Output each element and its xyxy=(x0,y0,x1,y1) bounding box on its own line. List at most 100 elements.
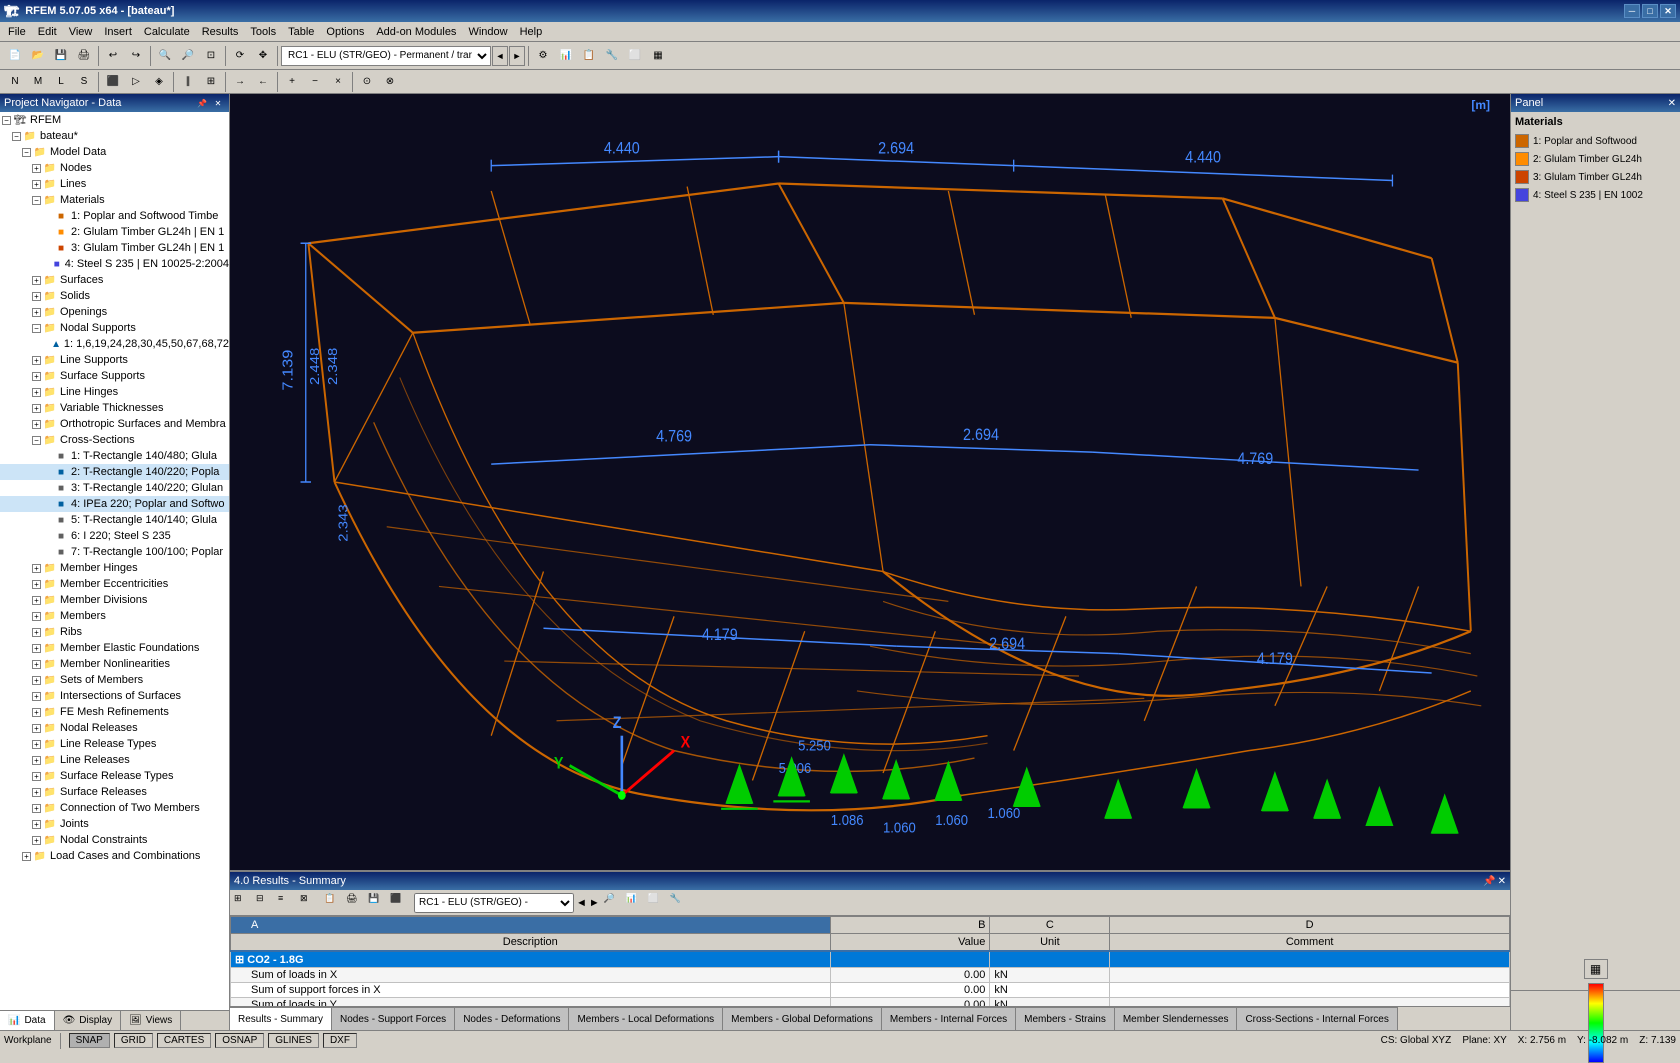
expand-member-elastic[interactable]: + xyxy=(32,644,41,653)
tree-node-openings[interactable]: + 📁 Openings xyxy=(0,304,229,320)
tree-node-ns1[interactable]: ▲ 1: 1,6,19,24,28,30,45,50,67,68,72 xyxy=(0,336,229,352)
tb-open[interactable]: 📂 xyxy=(27,45,49,67)
tree-node-lines[interactable]: + 📁 Lines xyxy=(0,176,229,192)
results-tb-12[interactable]: 🔧 xyxy=(670,893,690,913)
tb-btn-5[interactable]: ⬜ xyxy=(624,45,646,67)
tree-node-surface-release-types[interactable]: + 📁 Surface Release Types xyxy=(0,768,229,784)
expand-connection[interactable]: + xyxy=(32,804,41,813)
rtab-nodes-support[interactable]: Nodes - Support Forces xyxy=(332,1007,455,1030)
tree-node-nodes[interactable]: + 📁 Nodes xyxy=(0,160,229,176)
tree-node-mat4[interactable]: ■ 4: Steel S 235 | EN 10025-2:2004 xyxy=(0,256,229,272)
expand-nodal-constraints[interactable]: + xyxy=(32,836,41,845)
tb2-7[interactable]: ◈ xyxy=(148,71,170,93)
tb-zoom-in[interactable]: 🔍 xyxy=(154,45,176,67)
tb-btn-3[interactable]: 📋 xyxy=(578,45,600,67)
tree-node-line-release-types[interactable]: + 📁 Line Release Types xyxy=(0,736,229,752)
menu-view[interactable]: View xyxy=(63,24,99,40)
expand-intersections[interactable]: + xyxy=(32,692,41,701)
viewport[interactable]: 4.440 2.694 4.440 4.769 2.694 xyxy=(230,94,1510,870)
tb-btn-2[interactable]: 📊 xyxy=(555,45,577,67)
menu-options[interactable]: Options xyxy=(320,24,370,40)
tree-node-ribs[interactable]: + 📁 Ribs xyxy=(0,624,229,640)
tree-node-member-hinges[interactable]: + 📁 Member Hinges xyxy=(0,560,229,576)
menu-table[interactable]: Table xyxy=(282,24,320,40)
restore-button[interactable]: □ xyxy=(1642,4,1658,18)
tree-node-member-eccentricities[interactable]: + 📁 Member Eccentricities xyxy=(0,576,229,592)
rtab-members-strains[interactable]: Members - Strains xyxy=(1016,1007,1115,1030)
tb-rotate[interactable]: ⟳ xyxy=(229,45,251,67)
tb2-5[interactable]: ⬛ xyxy=(102,71,124,93)
tb2-14[interactable]: × xyxy=(327,71,349,93)
tb2-6[interactable]: ▷ xyxy=(125,71,147,93)
rtab-cross-sections[interactable]: Cross-Sections - Internal Forces xyxy=(1237,1007,1397,1030)
tree-node-cs3[interactable]: ■ 3: T-Rectangle 140/220; Glulan xyxy=(0,480,229,496)
tb-move[interactable]: ✥ xyxy=(252,45,274,67)
tree-node-mat2[interactable]: ■ 2: Glulam Timber GL24h | EN 1 xyxy=(0,224,229,240)
tree-node-cs2[interactable]: ■ 2: T-Rectangle 140/220; Popla xyxy=(0,464,229,480)
tb2-13[interactable]: − xyxy=(304,71,326,93)
expand-sets-of-members[interactable]: + xyxy=(32,676,41,685)
menu-file[interactable]: File xyxy=(2,24,32,40)
tab-data[interactable]: 📊 Data xyxy=(0,1011,55,1030)
load-case-combo[interactable]: RC1 - ELU (STR/GEO) - Permanent / trar xyxy=(281,46,491,66)
tree-node-member-divisions[interactable]: + 📁 Member Divisions xyxy=(0,592,229,608)
tb-zoom-out[interactable]: 🔎 xyxy=(177,45,199,67)
tree-node-mat1[interactable]: ■ 1: Poplar and Softwood Timbe xyxy=(0,208,229,224)
expand-solids[interactable]: + xyxy=(32,292,41,301)
tree-node-line-hinges[interactable]: + 📁 Line Hinges xyxy=(0,384,229,400)
cartes-btn[interactable]: CARTES xyxy=(157,1033,211,1048)
tree-node-intersections[interactable]: + 📁 Intersections of Surfaces xyxy=(0,688,229,704)
expand-line-release-types[interactable]: + xyxy=(32,740,41,749)
rtab-members-internal[interactable]: Members - Internal Forces xyxy=(882,1007,1016,1030)
tree-node-cs5[interactable]: ■ 5: T-Rectangle 140/140; Glula xyxy=(0,512,229,528)
tree-node-joints[interactable]: + 📁 Joints xyxy=(0,816,229,832)
tree-node-variable-thicknesses[interactable]: + 📁 Variable Thicknesses xyxy=(0,400,229,416)
tb-btn-1[interactable]: ⚙ xyxy=(532,45,554,67)
expand-line-releases[interactable]: + xyxy=(32,756,41,765)
table-icon[interactable]: ▦ xyxy=(1584,959,1608,979)
tree-node-mat3[interactable]: ■ 3: Glulam Timber GL24h | EN 1 xyxy=(0,240,229,256)
rtab-results-summary[interactable]: Results - Summary xyxy=(230,1007,332,1030)
tb2-11[interactable]: ← xyxy=(252,71,274,93)
tree-node-connection-two-members[interactable]: + 📁 Connection of Two Members xyxy=(0,800,229,816)
tb2-10[interactable]: → xyxy=(229,71,251,93)
menu-tools[interactable]: Tools xyxy=(244,24,282,40)
minimize-button[interactable]: ─ xyxy=(1624,4,1640,18)
rtab-members-global[interactable]: Members - Global Deformations xyxy=(723,1007,882,1030)
results-nav-prev[interactable]: ◄ xyxy=(576,897,587,909)
table-row-supx[interactable]: Sum of support forces in X 0.00 kN xyxy=(231,983,1510,998)
tree-node-members[interactable]: + 📁 Members xyxy=(0,608,229,624)
tab-views[interactable]: 🖼 Views xyxy=(121,1011,181,1030)
nav-prev[interactable]: ◄ xyxy=(492,46,508,66)
glines-btn[interactable]: GLINES xyxy=(268,1033,319,1048)
expand-member-divisions[interactable]: + xyxy=(32,596,41,605)
tb-undo[interactable]: ↩ xyxy=(102,45,124,67)
results-tb-3[interactable]: ≡ xyxy=(278,893,298,913)
tb2-1[interactable]: N xyxy=(4,71,26,93)
panel-close[interactable]: ✕ xyxy=(211,96,225,110)
tb-new[interactable]: 📄 xyxy=(4,45,26,67)
expand-joints[interactable]: + xyxy=(32,820,41,829)
expand-surface-supports[interactable]: + xyxy=(32,372,41,381)
table-row-sumy[interactable]: Sum of loads in Y 0.00 kN xyxy=(231,998,1510,1007)
expand-surface-releases[interactable]: + xyxy=(32,788,41,797)
expand-members[interactable]: + xyxy=(32,612,41,621)
expand-nodal-supports[interactable]: − xyxy=(32,324,41,333)
tree-node-solids[interactable]: + 📁 Solids xyxy=(0,288,229,304)
expand-materials[interactable]: − xyxy=(32,196,41,205)
tb2-16[interactable]: ⊗ xyxy=(379,71,401,93)
menu-addon[interactable]: Add-on Modules xyxy=(370,24,462,40)
rtab-nodes-deform[interactable]: Nodes - Deformations xyxy=(455,1007,569,1030)
results-tb-10[interactable]: 📊 xyxy=(626,893,646,913)
expand-model-data[interactable]: − xyxy=(22,148,31,157)
grid-btn[interactable]: GRID xyxy=(114,1033,153,1048)
expand-member-nonlinear[interactable]: + xyxy=(32,660,41,669)
expand-surface-release-types[interactable]: + xyxy=(32,772,41,781)
expand-openings[interactable]: + xyxy=(32,308,41,317)
expand-rfem[interactable]: − xyxy=(2,116,11,125)
rpanel-close-btn[interactable]: ✕ xyxy=(1668,98,1676,109)
tb-btn-6[interactable]: ▦ xyxy=(647,45,669,67)
tb2-3[interactable]: L xyxy=(50,71,72,93)
tree-node-model-data[interactable]: − 📁 Model Data xyxy=(0,144,229,160)
tb-save[interactable]: 💾 xyxy=(50,45,72,67)
